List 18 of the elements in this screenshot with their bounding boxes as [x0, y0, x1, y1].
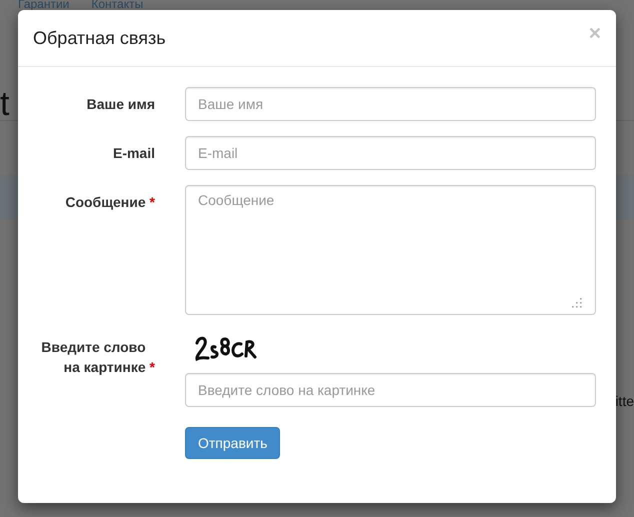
field-label: Введите слово на картинке [40, 338, 146, 377]
field-label: Сообщение [65, 193, 146, 212]
nav-link[interactable]: Контакты [91, 0, 144, 10]
message-field[interactable]: Сообщение [185, 185, 596, 315]
required-mark: * [150, 359, 155, 375]
page-heading: t [0, 84, 10, 124]
nav-link[interactable]: Гарантии [18, 0, 70, 10]
resize-grip-icon[interactable] [572, 298, 582, 308]
required-mark: * [150, 194, 155, 210]
text-field[interactable]: E-mail [185, 136, 596, 170]
field-label: E-mail [112, 144, 155, 163]
page-text: itte [615, 392, 634, 410]
modal-title: Обратная связь [33, 28, 166, 48]
field-label: Ваше имя [86, 95, 155, 114]
captcha-field[interactable]: Введите слово на картинке [185, 373, 596, 407]
submit-button[interactable]: Отправить [185, 427, 280, 459]
close-button[interactable]: × [588, 24, 601, 44]
text-field[interactable]: Ваше имя [185, 87, 596, 121]
